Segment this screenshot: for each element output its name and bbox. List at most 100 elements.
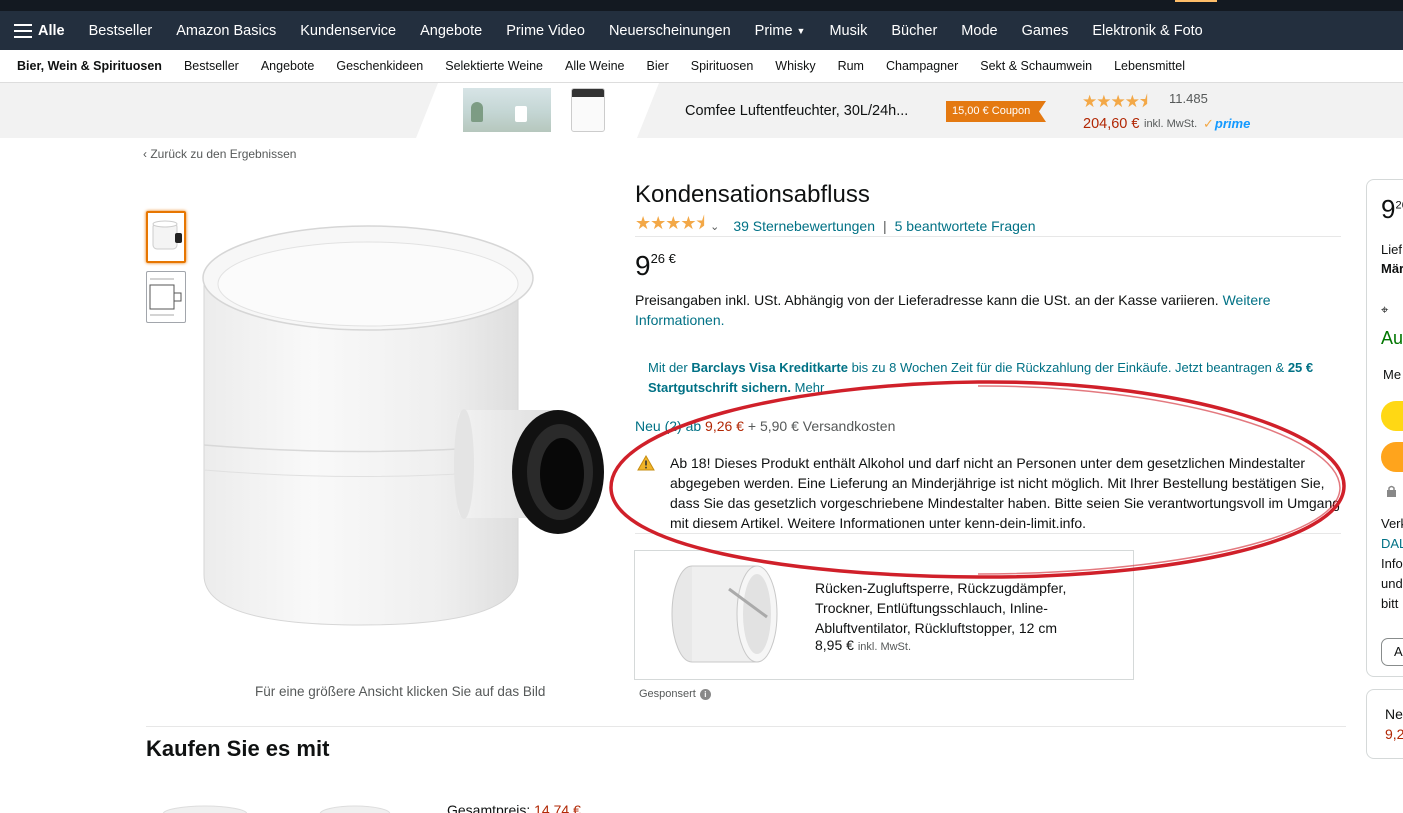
divider: [635, 236, 1341, 237]
ad-dehumidifier-image: [568, 88, 608, 132]
product-pipe-image: [202, 225, 604, 626]
subnav-item[interactable]: Angebote: [250, 59, 326, 73]
nav-item-buecher[interactable]: Bücher: [879, 23, 949, 39]
product-price: 926 €: [635, 250, 676, 282]
offers-line: Neu (2) ab 9,26 € + 5,90 € Versandkosten: [635, 418, 895, 434]
nav-item-bestseller[interactable]: Bestseller: [77, 23, 165, 39]
subnav-item[interactable]: Spirituosen: [680, 59, 765, 73]
thumbnail-1[interactable]: [146, 211, 186, 263]
rating-separator: |: [882, 218, 887, 234]
main-nav: Alle Bestseller Amazon Basics Kundenserv…: [0, 11, 1403, 50]
subnav-item[interactable]: Bestseller: [173, 59, 250, 73]
total-value: 14,74 €: [534, 802, 581, 813]
caret-down-icon: ▼: [796, 25, 806, 36]
back-to-results-link[interactable]: ‹ Zurück zu den Ergebnissen: [143, 147, 296, 161]
image-caption: Für eine größere Ansicht klicken Sie auf…: [255, 684, 546, 699]
buy-together-total: Gesamtpreis: 14,74 €: [447, 802, 581, 813]
delivery-date: Mär: [1381, 261, 1403, 276]
divider: [146, 726, 1346, 727]
offers-shipping: + 5,90 € Versandkosten: [747, 418, 896, 434]
seller-line: Verk: [1381, 516, 1403, 531]
buy-together-images: [162, 805, 391, 813]
promo-text-mid: bis zu 8 Wochen Zeit für die Rückzahlung…: [851, 360, 1285, 375]
category-subnav: Bier, Wein & Spirituosen Bestseller Ange…: [0, 50, 1403, 83]
ad-star-rating[interactable]: ★★★★⯨: [1082, 89, 1148, 118]
sponsored-label-text: Gesponsert: [639, 688, 696, 700]
promo-text: Mit der: [648, 360, 688, 375]
total-label: Gesamtpreis:: [447, 802, 531, 813]
nav-item-musik[interactable]: Musik: [817, 23, 879, 39]
price-whole: 9: [635, 250, 651, 281]
thumb-diagram-image: [149, 278, 182, 316]
buy-now-button[interactable]: [1381, 442, 1403, 472]
thumb-pipe-image: [152, 220, 182, 250]
promo-more-link[interactable]: Mehr: [795, 380, 825, 395]
add-to-cart-button[interactable]: [1381, 401, 1403, 431]
nav-item-kundenservice[interactable]: Kundenservice: [288, 23, 408, 39]
offers-price: 9,26 €: [705, 418, 744, 434]
questions-link[interactable]: 5 beantwortete Fragen: [895, 218, 1036, 234]
nav-item-amazon-basics[interactable]: Amazon Basics: [164, 23, 288, 39]
ad-rating-count[interactable]: 11.485: [1169, 91, 1208, 106]
sponsored-label[interactable]: Gesponsert i: [639, 688, 711, 700]
subnav-item[interactable]: Bier: [636, 59, 680, 73]
seller-info: Verk DAL Info und bitt: [1381, 514, 1403, 614]
prime-label: prime: [1214, 116, 1251, 131]
chevron-down-icon[interactable]: ⌄: [710, 220, 719, 233]
sponsored-product-price: 8,95 € inkl. MwSt.: [815, 637, 911, 653]
sponsored-price-value: 8,95 €: [815, 637, 854, 653]
nav-item-neuerscheinungen[interactable]: Neuerscheinungen: [597, 23, 743, 39]
subnav-item[interactable]: Selektierte Weine: [434, 59, 554, 73]
sponsored-product-title[interactable]: Rücken-Zugluftsperre, Rückzugdämpfer, Tr…: [815, 578, 1125, 638]
prime-check-icon: ✓: [1203, 116, 1214, 131]
info-icon[interactable]: i: [699, 688, 711, 700]
ad-title[interactable]: Comfee Luftentfeuchter, 30L/24h...: [685, 103, 908, 119]
subnav-item[interactable]: Rum: [827, 59, 875, 73]
buybox-price-fraction: 26: [1395, 199, 1403, 212]
subnav-item-category[interactable]: Bier, Wein & Spirituosen: [0, 59, 173, 73]
sponsored-tax-note: inkl. MwSt.: [857, 641, 912, 653]
buy-together-heading: Kaufen Sie es mit: [146, 736, 330, 761]
other-offers-box[interactable]: Ne 9,2: [1366, 689, 1403, 759]
subnav-item[interactable]: Sekt & Schaumwein: [969, 59, 1103, 73]
warning-icon: [637, 455, 655, 471]
subnav-item[interactable]: Whisky: [764, 59, 826, 73]
lock-icon: [1387, 485, 1396, 497]
main-product-image[interactable]: [196, 210, 616, 640]
prime-badge: ✓prime: [1203, 116, 1250, 132]
buy-box: 926 Lief Mär ⌖ Au Me Verk DAL Info und b…: [1366, 179, 1403, 677]
nav-item-prime-label: Prime: [754, 22, 793, 39]
barclays-promo[interactable]: Mit der Barclays Visa Kreditkarte bis zu…: [648, 358, 1338, 398]
all-menu-button[interactable]: Alle: [0, 23, 77, 39]
location-icon[interactable]: ⌖: [1381, 302, 1388, 318]
subnav-item[interactable]: Alle Weine: [554, 59, 636, 73]
ad-tax-note: inkl. MwSt.: [1144, 118, 1198, 130]
subnav-item[interactable]: Lebensmittel: [1103, 59, 1196, 73]
nav-item-games[interactable]: Games: [1010, 23, 1081, 39]
seller-link[interactable]: DAL: [1381, 534, 1403, 554]
all-menu-label: Alle: [38, 22, 65, 39]
nav-item-angebote[interactable]: Angebote: [408, 23, 494, 39]
nav-item-prime-video[interactable]: Prime Video: [494, 23, 597, 39]
offers-link[interactable]: Neu (2) ab: [635, 418, 701, 434]
subnav-item[interactable]: Champagner: [875, 59, 969, 73]
sponsored-ad-banner[interactable]: Comfee Luftentfeuchter, 30L/24h... 15,00…: [0, 83, 1403, 138]
nav-item-prime[interactable]: Prime ▼: [743, 23, 818, 39]
nav-item-elektronik[interactable]: Elektronik & Foto: [1080, 23, 1214, 39]
delivery-label: Lief: [1381, 242, 1402, 257]
subnav-item[interactable]: Geschenkideen: [325, 59, 434, 73]
nav-item-mode[interactable]: Mode: [949, 23, 1009, 39]
top-strip: [0, 0, 1403, 11]
search-button-edge[interactable]: [1175, 0, 1217, 2]
add-to-list-button[interactable]: Au: [1381, 638, 1403, 666]
age-warning-text: Ab 18! Dieses Produkt enthält Alkohol un…: [670, 455, 1341, 531]
buybox-price-whole: 9: [1381, 194, 1396, 224]
ad-coupon-badge: 15,00 € Coupon: [946, 101, 1046, 122]
sponsored-product-card[interactable]: Rücken-Zugluftsperre, Rückzugdämpfer, Tr…: [634, 550, 1134, 680]
product-title: Kondensationsabfluss: [635, 181, 870, 208]
thumbnail-2[interactable]: [146, 271, 186, 323]
ratings-link[interactable]: 39 Sternebewertungen: [733, 218, 875, 234]
tax-info-text: Preisangaben inkl. USt. Abhängig von der…: [635, 292, 1219, 308]
quantity-select[interactable]: Me: [1383, 367, 1401, 382]
availability-status: Au: [1381, 328, 1403, 348]
